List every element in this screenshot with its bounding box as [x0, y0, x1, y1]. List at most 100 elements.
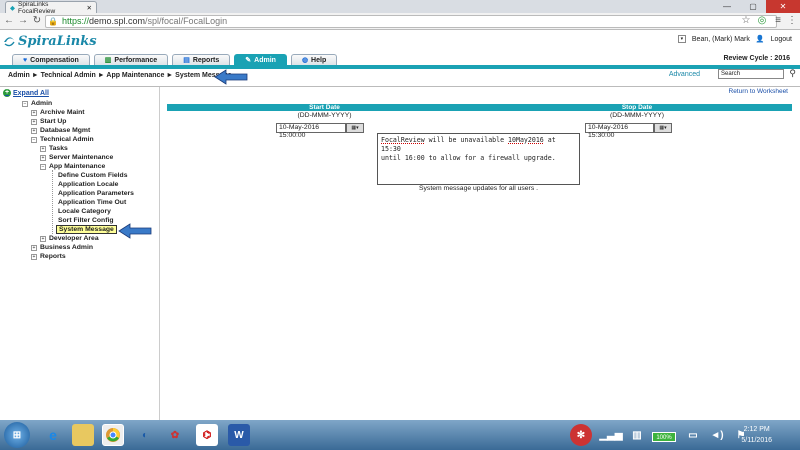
tree-item-developer-area[interactable]: + Developer Area: [40, 235, 99, 242]
tree-item-reports[interactable]: + Reports: [31, 253, 66, 260]
start-button[interactable]: ⊞: [4, 422, 30, 448]
app-icon[interactable]: ◐: [134, 424, 156, 446]
lock-icon: 🔒: [48, 17, 58, 26]
url-scheme: https://: [62, 16, 90, 26]
plus-circle-icon: +: [3, 89, 11, 97]
browser-titlebar: [0, 0, 800, 13]
expand-icon[interactable]: +: [40, 154, 46, 161]
collapse-icon[interactable]: −: [22, 100, 28, 107]
start-date-format: (DD-MMM-YYYY): [297, 112, 352, 119]
tree-item-app-maintenance[interactable]: − App Maintenance: [40, 163, 105, 170]
review-cycle: Review Cycle : 2016: [723, 55, 790, 62]
tree-item-server-maintenance[interactable]: + Server Maintenance: [40, 154, 113, 161]
tree-item-define-custom-fields[interactable]: Define Custom Fields: [58, 172, 128, 179]
maximize-button[interactable]: ▢: [740, 0, 766, 13]
tab-admin[interactable]: ✎ Admin: [234, 54, 287, 65]
clock-time: 2:12 PM: [743, 426, 770, 433]
pdf-icon[interactable]: ⌬: [196, 424, 218, 446]
star-icon[interactable]: ☆: [740, 15, 752, 27]
stop-date-input[interactable]: 10-May-2016 15:30:00: [585, 123, 654, 139]
user-icon: 👤: [755, 36, 765, 43]
word-icon[interactable]: W: [228, 424, 250, 446]
tree-item-archive-maint[interactable]: + Archive Maint: [31, 109, 85, 116]
tree-item-tasks[interactable]: + Tasks: [40, 145, 68, 152]
heart-icon: ♥: [23, 56, 28, 64]
menu-icon[interactable]: ⋮: [786, 15, 798, 27]
expand-icon[interactable]: +: [31, 118, 37, 125]
favicon-icon: ◆: [10, 4, 15, 12]
search-input[interactable]: Search: [718, 69, 784, 79]
expand-icon[interactable]: +: [31, 253, 37, 260]
tree-item-database-mgmt[interactable]: + Database Mgmt: [31, 127, 90, 134]
tab-performance[interactable]: ▥ Performance: [93, 54, 169, 65]
tree-item-admin[interactable]: − Admin: [22, 100, 52, 107]
speaker-icon[interactable]: ◄): [706, 424, 728, 446]
tree-item-application-parameters[interactable]: Application Parameters: [58, 190, 134, 197]
gear-icon[interactable]: ≡: [772, 15, 784, 27]
start-date-header: Start Date: [167, 104, 482, 111]
chrome-icon[interactable]: [102, 424, 124, 446]
tray-app-icon[interactable]: ✻: [570, 424, 592, 446]
clock-date: 5/11/2016: [741, 437, 772, 444]
stop-calendar-icon[interactable]: ▦▾: [654, 123, 672, 133]
app-icon[interactable]: ✿: [164, 424, 186, 446]
search-icon[interactable]: ⚲: [789, 68, 796, 79]
expand-icon[interactable]: +: [31, 109, 37, 116]
system-message-textarea[interactable]: FocalReview will be unavailable 10May201…: [377, 133, 580, 185]
ie-icon[interactable]: e: [42, 424, 64, 446]
network-icon[interactable]: ▥: [626, 424, 648, 446]
back-icon[interactable]: ←: [3, 15, 15, 27]
start-date-input[interactable]: 10-May-2016 15:00:00: [276, 123, 346, 139]
return-to-worksheet-link[interactable]: Return to Worksheet: [729, 88, 789, 95]
header-divider: [0, 65, 800, 69]
tree-item-technical-admin[interactable]: − Technical Admin: [31, 136, 94, 143]
logo-text: SpiraLinks: [18, 33, 97, 49]
stop-date-format: (DD-MMM-YYYY): [610, 112, 664, 119]
stop-date-header: Stop Date: [482, 104, 792, 111]
browser-tab[interactable]: ◆ SpiraLinks FocalReview ✕: [5, 1, 97, 15]
expand-icon[interactable]: +: [31, 244, 37, 251]
collapse-icon[interactable]: −: [31, 136, 37, 143]
user-box: ▾ Bean, (Mark) Mark 👤 Logout: [677, 35, 792, 43]
minimize-button[interactable]: —: [714, 0, 740, 13]
report-icon: ▤: [183, 56, 190, 64]
message-text-1c: 10May2016: [508, 136, 544, 144]
address-bar[interactable]: https://demo.spl.com/spl/focal/FocalLogi…: [45, 15, 777, 28]
tree-item-system-message[interactable]: System Message: [56, 225, 117, 234]
expand-all-link[interactable]: + Expand All: [3, 89, 49, 97]
tab-reports[interactable]: ▤ Reports: [172, 54, 231, 65]
browser-navbar: ← → ↻ https://demo.spl.com/spl/focal/Foc…: [0, 13, 800, 30]
logout-link[interactable]: Logout: [771, 36, 792, 43]
tree-item-start-up[interactable]: + Start Up: [31, 118, 66, 125]
pointer-arrow-icon: [214, 69, 248, 85]
tab-help[interactable]: ◍ Help: [290, 54, 338, 65]
footnote: System message updates for all users .: [419, 185, 538, 192]
tab-compensation[interactable]: ♥ Compensation: [12, 54, 90, 65]
tree-item-locale-category[interactable]: Locale Category: [58, 208, 111, 215]
tree-item-application-locale[interactable]: Application Locale: [58, 181, 118, 188]
breadcrumb: Admin ► Technical Admin ► App Maintenanc…: [8, 72, 232, 79]
battery-indicator[interactable]: 100%: [652, 432, 676, 442]
spiral-icon: [4, 37, 15, 47]
extension-icon[interactable]: ◎: [756, 15, 768, 27]
tree-item-sort-filter-config[interactable]: Sort Filter Config: [58, 217, 114, 224]
taskbar-clock[interactable]: 2:12 PM 5/11/2016: [741, 424, 772, 446]
expand-icon[interactable]: +: [31, 127, 37, 134]
expand-icon[interactable]: +: [40, 235, 46, 242]
signal-icon[interactable]: ▁▃▅: [599, 424, 622, 446]
tray-icon[interactable]: ▭: [682, 424, 704, 446]
start-calendar-icon[interactable]: ▦▾: [346, 123, 364, 133]
folder-icon[interactable]: [72, 424, 94, 446]
message-text-1b: will be unavailable: [424, 136, 509, 144]
tree-item-business-admin[interactable]: + Business Admin: [31, 244, 93, 251]
collapse-icon[interactable]: −: [40, 163, 46, 170]
help-icon[interactable]: ▾: [677, 35, 686, 43]
close-window-button[interactable]: ✕: [766, 0, 800, 13]
expand-icon[interactable]: +: [40, 145, 46, 152]
advanced-search-link[interactable]: Advanced: [669, 71, 700, 78]
tree-item-application-time-out[interactable]: Application Time Out: [58, 199, 126, 206]
forward-icon[interactable]: →: [17, 15, 29, 27]
reload-icon[interactable]: ↻: [31, 15, 43, 27]
wrench-icon: ✎: [245, 56, 252, 64]
tab-close-icon[interactable]: ✕: [87, 4, 92, 12]
